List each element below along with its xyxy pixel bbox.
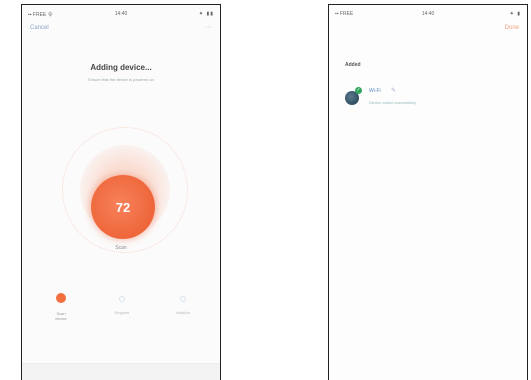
page-subtitle: Ensure that the device is powered on xyxy=(88,77,154,82)
device-status: Device added successfully xyxy=(369,100,417,105)
page-title: Adding device... xyxy=(90,63,152,72)
check-badge-icon: ✓ xyxy=(355,87,362,94)
step-scan-device: Scan device xyxy=(41,293,81,321)
adding-device-screen: ▪▪ FREE 令 14:40 ⁕ ▮▮ Cancel ⋯ Adding dev… xyxy=(21,4,221,380)
bottom-bar xyxy=(22,363,220,380)
device-name: Wi-Fi xyxy=(369,88,381,94)
step-label: Scan device xyxy=(55,311,67,321)
edit-icon[interactable]: ✎ xyxy=(391,87,396,94)
countdown-value: 72 xyxy=(115,199,131,215)
status-time: 14:40 xyxy=(421,11,435,17)
battery-icon: ⁕ ▮▮ xyxy=(198,11,214,17)
mode-label: Scan xyxy=(115,245,127,251)
countdown-timer: 72 xyxy=(91,175,155,239)
battery-icon: ⁕ ▮ xyxy=(509,11,521,17)
status-bar: ▪▪ FREE 令 14:40 ⁕ ▮▮ xyxy=(22,10,220,20)
step-indicator-active xyxy=(56,293,66,303)
step-initialize: Initialize xyxy=(163,293,203,315)
step-indicator xyxy=(180,296,186,302)
section-header: Added xyxy=(345,62,361,68)
step-indicator xyxy=(119,296,125,302)
more-icon[interactable]: ⋯ xyxy=(205,23,212,31)
done-button[interactable]: Done xyxy=(505,25,519,31)
status-time: 14:40 xyxy=(114,11,128,17)
status-bar: ▪▪ FREE 14:40 ⁕ ▮ xyxy=(329,10,527,20)
device-added-screen: ▪▪ FREE 14:40 ⁕ ▮ Done Added ✓ Wi-Fi ✎ D… xyxy=(328,4,528,380)
cancel-button[interactable]: Cancel xyxy=(30,25,49,31)
step-label: Initialize xyxy=(175,310,191,315)
step-label: Register xyxy=(114,310,130,315)
device-list-item[interactable]: ✓ Wi-Fi ✎ Device added successfully xyxy=(343,83,517,111)
step-register: Register xyxy=(102,293,142,315)
